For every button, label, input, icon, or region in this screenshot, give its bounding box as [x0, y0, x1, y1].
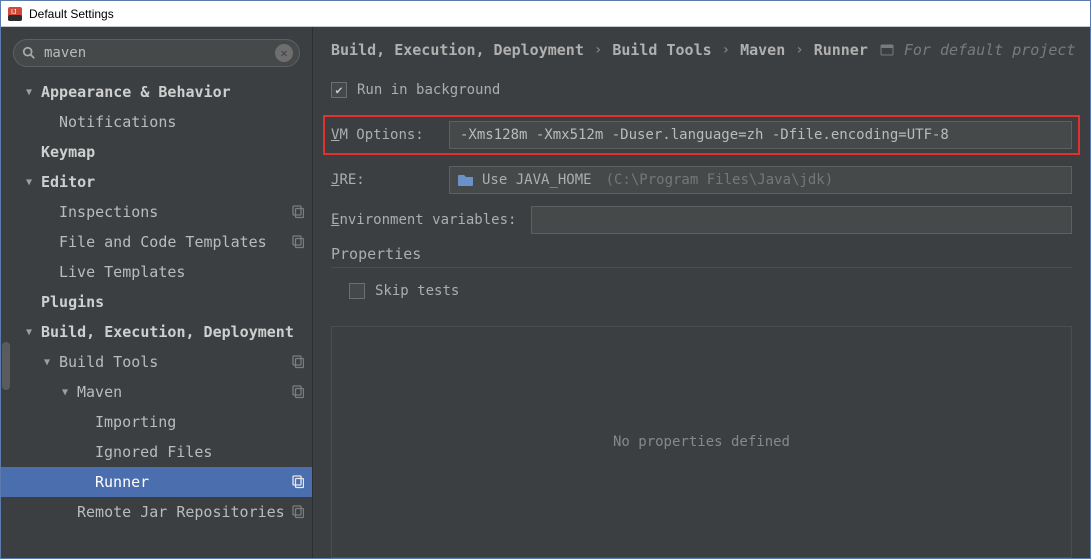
sidebar-item-label: Build Tools [59, 353, 286, 371]
project-scope-icon [290, 385, 304, 399]
sidebar-item-label: Runner [95, 473, 286, 491]
project-scope-icon [290, 355, 304, 369]
breadcrumb-part[interactable]: Maven [740, 41, 785, 59]
breadcrumb: Build, Execution, Deployment › Build Too… [313, 41, 1090, 75]
skip-tests-row: Skip tests [331, 276, 1072, 306]
sidebar-item-editor[interactable]: ▼ Editor [1, 167, 312, 197]
project-scope-icon [880, 43, 894, 57]
sidebar-item-maven[interactable]: ▼ Maven [1, 377, 312, 407]
vm-options-row: VM Options: [323, 115, 1080, 155]
sidebar-item-label: Inspections [59, 203, 286, 221]
runner-form: Run in background VM Options: JRE: [313, 75, 1090, 316]
main-panel: Build, Execution, Deployment › Build Too… [313, 27, 1090, 558]
chevron-down-icon[interactable]: ▼ [59, 387, 71, 398]
sidebar: ✕ ▼ Appearance & Behavior Notifications Key… [1, 27, 313, 558]
skip-tests-label: Skip tests [375, 283, 459, 299]
chevron-down-icon[interactable]: ▼ [41, 357, 53, 368]
sidebar-item-label: Ignored Files [95, 443, 304, 461]
sidebar-item-plugins[interactable]: Plugins [1, 287, 312, 317]
sidebar-item-notifications[interactable]: Notifications [1, 107, 312, 137]
chevron-down-icon[interactable]: ▼ [23, 87, 35, 98]
folder-icon [458, 173, 474, 187]
sidebar-item-label: Build, Execution, Deployment [41, 323, 304, 341]
chevron-down-icon[interactable]: ▼ [23, 327, 35, 338]
vm-options-label: VM Options: [331, 127, 439, 143]
chevron-right-icon: › [594, 42, 602, 58]
jre-row: JRE: Use JAVA_HOME (C:\Program Files\Jav… [331, 165, 1072, 195]
run-in-background-checkbox[interactable] [331, 82, 347, 98]
run-in-background-label: Run in background [357, 82, 500, 98]
project-scope-icon [290, 475, 304, 489]
settings-window: IJ Default Settings ✕ [0, 0, 1091, 559]
chevron-down-icon[interactable]: ▼ [23, 177, 35, 188]
sidebar-item-importing[interactable]: Importing [1, 407, 312, 437]
sidebar-item-file-and-code-templates[interactable]: File and Code Templates [1, 227, 312, 257]
run-in-background-row: Run in background [331, 75, 1072, 105]
settings-tree: ▼ Appearance & Behavior Notifications Keyma… [1, 77, 312, 558]
settings-search[interactable]: ✕ [13, 39, 300, 67]
env-vars-input[interactable] [531, 206, 1072, 234]
sidebar-item-appearance-behavior[interactable]: ▼ Appearance & Behavior [1, 77, 312, 107]
jre-value: Use JAVA_HOME [482, 172, 592, 188]
sidebar-item-label: Notifications [59, 113, 304, 131]
clear-search-icon[interactable]: ✕ [275, 44, 293, 62]
skip-tests-checkbox[interactable] [349, 283, 365, 299]
svg-text:IJ: IJ [11, 9, 16, 16]
project-scope-icon [290, 235, 304, 249]
project-scope-icon [290, 505, 304, 519]
sidebar-item-label: Editor [41, 173, 304, 191]
sidebar-item-remote-jar-repositories[interactable]: Remote Jar Repositories [1, 497, 312, 527]
search-input[interactable] [44, 45, 271, 61]
sidebar-item-build-execution-deployment[interactable]: ▼ Build, Execution, Deployment [1, 317, 312, 347]
sidebar-item-label: Remote Jar Repositories [77, 503, 286, 521]
search-icon [22, 46, 36, 60]
chevron-right-icon: › [795, 42, 803, 58]
vm-options-input[interactable] [449, 121, 1072, 149]
jre-combobox[interactable]: Use JAVA_HOME (C:\Program Files\Java\jdk… [449, 166, 1072, 194]
sidebar-item-label: Plugins [41, 293, 304, 311]
body: ✕ ▼ Appearance & Behavior Notifications Key… [1, 27, 1090, 558]
jre-label: JRE: [331, 172, 439, 188]
sidebar-item-label: Importing [95, 413, 304, 431]
sidebar-item-label: Appearance & Behavior [41, 83, 304, 101]
sidebar-item-runner[interactable]: Runner [1, 467, 312, 497]
sidebar-item-label: Maven [77, 383, 286, 401]
properties-table[interactable]: No properties defined [331, 326, 1072, 558]
sidebar-item-label: File and Code Templates [59, 233, 286, 251]
sidebar-item-inspections[interactable]: Inspections [1, 197, 312, 227]
breadcrumb-part[interactable]: Build, Execution, Deployment [331, 41, 584, 59]
titlebar: IJ Default Settings [1, 1, 1090, 27]
sidebar-item-label: Live Templates [59, 263, 304, 281]
sidebar-item-label: Keymap [41, 143, 304, 161]
breadcrumb-part[interactable]: Runner [814, 41, 868, 59]
properties-title: Properties [331, 245, 1072, 268]
window-title: Default Settings [29, 7, 114, 21]
chevron-right-icon: › [722, 42, 730, 58]
sidebar-item-build-tools[interactable]: ▼ Build Tools [1, 347, 312, 377]
properties-empty-text: No properties defined [613, 434, 790, 450]
breadcrumb-part[interactable]: Build Tools [612, 41, 711, 59]
env-vars-label: Environment variables: [331, 212, 521, 228]
jre-hint: (C:\Program Files\Java\jdk) [606, 172, 834, 188]
breadcrumb-scope: For default project [904, 41, 1076, 59]
sidebar-item-live-templates[interactable]: Live Templates [1, 257, 312, 287]
project-scope-icon [290, 205, 304, 219]
env-vars-row: Environment variables: [331, 205, 1072, 235]
sidebar-item-keymap[interactable]: Keymap [1, 137, 312, 167]
app-icon: IJ [7, 6, 23, 22]
sidebar-item-ignored-files[interactable]: Ignored Files [1, 437, 312, 467]
